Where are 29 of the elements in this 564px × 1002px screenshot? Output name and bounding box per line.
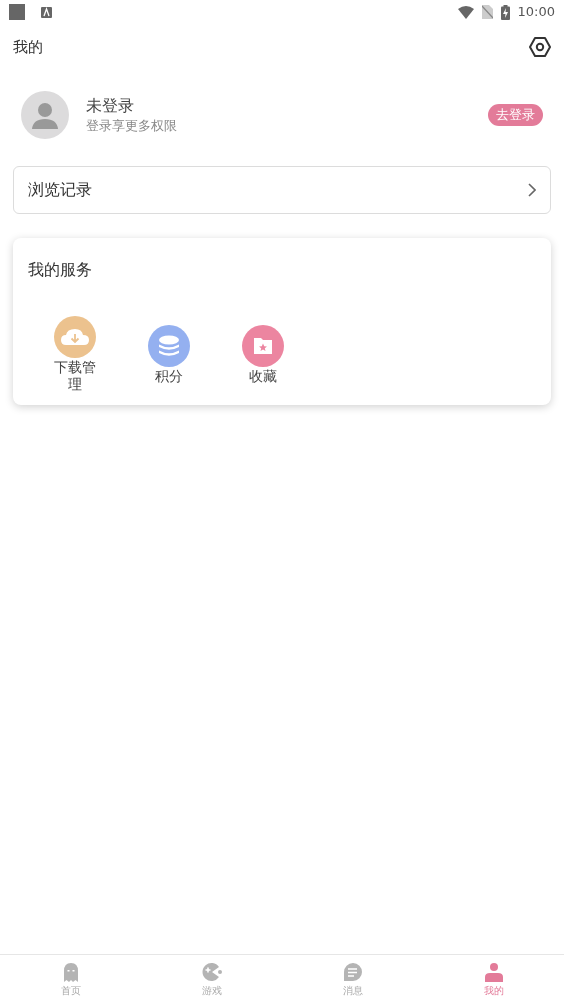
avatar-icon: [21, 91, 69, 139]
service-item[interactable]: 收藏: [216, 324, 310, 385]
login-button[interactable]: 去登录: [488, 104, 543, 126]
pacman-icon: [201, 962, 222, 982]
nav-tab[interactable]: 消息: [282, 955, 423, 1002]
clock-time: 10:00: [517, 3, 555, 22]
service-label: 积分: [154, 367, 184, 385]
nav-tab[interactable]: 我的: [423, 955, 564, 1002]
wifi-icon: [457, 5, 474, 19]
user-name: 未登录: [86, 95, 135, 117]
notification-square-icon: [9, 4, 25, 20]
history-row[interactable]: 浏览记录: [13, 166, 551, 214]
person-icon: [483, 962, 504, 982]
services-title: 我的服务: [28, 259, 93, 281]
service-item[interactable]: 下载管理: [28, 316, 122, 393]
settings-icon[interactable]: [529, 37, 551, 57]
nav-tab[interactable]: 游戏: [141, 955, 282, 1002]
message-bubble-icon: [342, 962, 363, 982]
no-sim-icon: [481, 5, 493, 19]
keyboard-icon: [41, 6, 52, 18]
page-title: 我的: [13, 36, 43, 58]
login-hint: 登录享更多权限: [86, 117, 178, 135]
service-label: 下载管理: [53, 359, 97, 393]
service-item[interactable]: 积分: [122, 324, 216, 385]
nav-tab[interactable]: 首页: [0, 955, 141, 1002]
service-label: 收藏: [248, 367, 278, 385]
battery-charging-icon: [500, 4, 510, 20]
chevron-right-icon: [528, 183, 536, 197]
history-label: 浏览记录: [28, 179, 92, 201]
